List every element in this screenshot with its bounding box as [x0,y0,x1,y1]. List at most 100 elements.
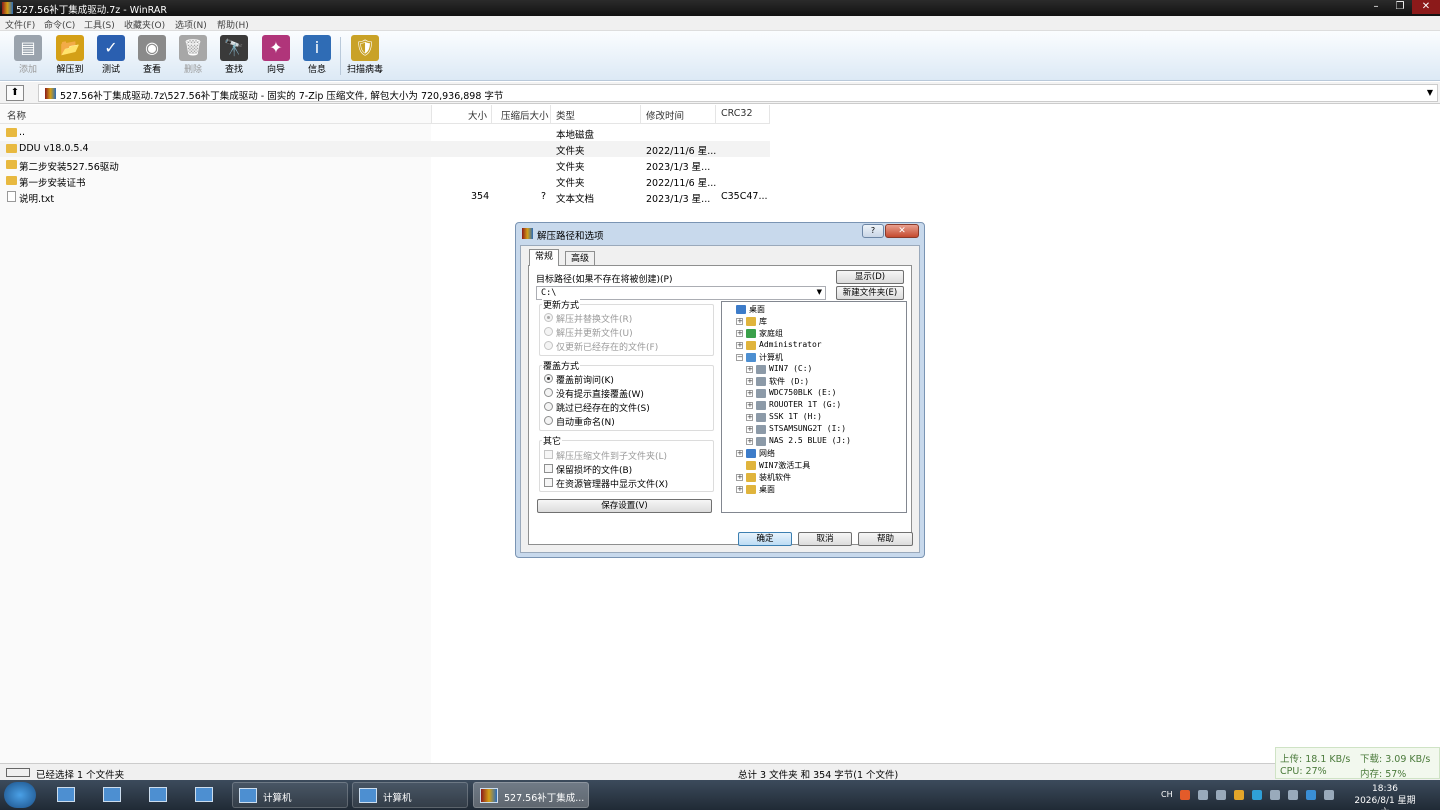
tray-keyboard-icon[interactable] [1216,790,1226,800]
expand-toggle-icon[interactable]: + [746,378,753,385]
sogou-icon[interactable] [1180,790,1190,800]
wizard-button[interactable]: ✦ 向导 [256,33,296,79]
library-icon [746,317,756,326]
path-field[interactable]: 527.56补丁集成驱动.7z\527.56补丁集成驱动 - 固实的 7-Zip… [38,84,1438,102]
tray-settings-icon[interactable] [1198,790,1208,800]
test-icon: ✓ [97,35,125,61]
menu-favorites[interactable]: 收藏夹(O) [124,18,165,31]
radio-ask-before-overwrite[interactable] [544,374,553,383]
radio-update-existing[interactable] [544,341,553,350]
dialog-help-button[interactable]: ? [862,224,884,238]
expand-toggle-icon[interactable]: + [746,366,753,373]
radio-extract-update[interactable] [544,327,553,336]
extract-to-icon: 📂 [56,35,84,61]
tray-app-icon[interactable] [1252,790,1262,800]
language-indicator[interactable]: CH [1161,790,1173,799]
menu-options[interactable]: 选项(N) [175,18,207,31]
radio-auto-rename[interactable] [544,416,553,425]
radio-overwrite-without-prompt[interactable] [544,388,553,397]
menu-file[interactable]: 文件(F) [5,18,35,31]
view-button[interactable]: ◉ 查看 [132,33,172,79]
close-button[interactable]: ✕ [1412,0,1440,14]
action-center-icon[interactable] [1324,790,1334,800]
up-folder-button[interactable]: ⬆ [6,85,24,101]
expand-toggle-icon[interactable]: − [736,354,743,361]
checkbox-show-in-explorer[interactable] [544,478,553,487]
add-button[interactable]: ▤ 添加 [8,33,48,79]
expand-toggle-icon[interactable]: + [746,390,753,397]
virus-scan-button[interactable]: 🛡 扫描病毒 [345,33,385,79]
tab-advanced[interactable]: 高级 [565,251,596,266]
cancel-button[interactable]: 取消 [798,532,852,546]
expand-toggle-icon[interactable]: + [736,330,743,337]
tab-general[interactable]: 常规 [529,249,560,266]
folder-icon [6,128,17,137]
column-crc32[interactable]: CRC32 [721,108,752,119]
column-size[interactable]: 大小 [468,108,487,122]
pinned-desktop-icon[interactable] [48,783,84,807]
task-computer-2[interactable]: 计算机 [352,782,468,808]
menu-commands[interactable]: 命令(C) [44,18,75,31]
chevron-down-icon[interactable]: ▼ [1427,88,1433,97]
radio-skip-existing[interactable] [544,402,553,411]
extract-dialog: 解压路径和选项 ? ✕ 常规 高级 目标路径(如果不存在将被创建)(P) C:\… [515,222,925,558]
expand-toggle-icon[interactable]: + [736,342,743,349]
save-settings-button[interactable]: 保存设置(V) [537,499,712,513]
minimize-button[interactable]: – [1364,0,1388,14]
security-icon[interactable] [1234,790,1244,800]
checkbox-extract-to-subfolders[interactable] [544,450,553,459]
ok-button[interactable]: 确定 [738,532,792,546]
dialog-close-button[interactable]: ✕ [885,224,919,238]
table-row[interactable]: DDU v18.0.5.4 文件夹 2022/11/6 星... [0,141,770,157]
table-row[interactable]: .. 本地磁盘 [0,125,770,141]
expand-toggle-icon[interactable]: + [736,450,743,457]
menu-bar: 文件(F) 命令(C) 工具(S) 收藏夹(O) 选项(N) 帮助(H) [0,16,1440,31]
network-tray-icon[interactable] [1306,790,1316,800]
test-button[interactable]: ✓ 测试 [91,33,131,79]
column-type[interactable]: 类型 [556,108,575,122]
expand-toggle-icon[interactable]: + [746,426,753,433]
network-monitor[interactable]: 上传: 18.1 KB/s 下载: 3.09 KB/s CPU: 27% 内存:… [1275,747,1440,780]
tree-node-label: 库 [759,317,767,326]
pinned-explorer-icon[interactable] [94,783,130,807]
table-row[interactable]: 第二步安装527.56驱动 文件夹 2023/1/3 星... [0,157,770,173]
folder-icon [746,485,756,494]
pinned-computer-icon[interactable] [140,783,176,807]
pinned-network-icon[interactable] [186,783,222,807]
chevron-down-icon[interactable]: ▼ [817,288,822,296]
expand-toggle-icon[interactable]: + [736,318,743,325]
info-button[interactable]: i 信息 [297,33,337,79]
radio-extract-replace[interactable] [544,313,553,322]
expand-toggle-icon[interactable]: + [736,474,743,481]
maximize-button[interactable]: ❐ [1388,0,1412,14]
expand-toggle-icon[interactable]: + [736,486,743,493]
column-divider [640,105,641,123]
expand-toggle-icon[interactable]: + [746,414,753,421]
task-computer-1[interactable]: 计算机 [232,782,348,808]
start-button[interactable] [4,782,36,808]
table-row[interactable]: 第一步安装证书 文件夹 2022/11/6 星... [0,173,770,189]
table-row[interactable]: 说明.txt 354 ? 文本文档 2023/1/3 星... C35C47..… [0,189,770,205]
header-divider [0,123,770,124]
find-button[interactable]: 🔭 查找 [214,33,254,79]
column-packed[interactable]: 压缩后大小 [501,108,549,122]
show-button[interactable]: 显示(D) [836,270,904,284]
new-folder-button[interactable]: 新建文件夹(E) [836,286,904,300]
checkbox-keep-broken-files[interactable] [544,464,553,473]
tray-arrow-icon[interactable] [1270,790,1280,800]
extract-to-button[interactable]: 📂 解压到 [50,33,90,79]
tree-node-label: WIN7 (C:) [769,364,813,373]
menu-help[interactable]: 帮助(H) [217,18,249,31]
expand-toggle-icon[interactable]: + [746,438,753,445]
system-tray: CH 18:36 2026/8/1 星期六 [1158,780,1440,810]
delete-button[interactable]: 🗑 删除 [173,33,213,79]
folder-tree[interactable]: 桌面 + 库 + 家庭组 + Administrator − 计算机 + WIN7 (C:) + 软件 … [721,301,907,513]
volume-icon[interactable] [1288,790,1298,800]
help-button[interactable]: 帮助 [858,532,913,546]
clock[interactable]: 18:36 2026/8/1 星期六 [1350,783,1420,810]
menu-tools[interactable]: 工具(S) [84,18,115,31]
column-name[interactable]: 名称 [7,108,26,122]
column-modified[interactable]: 修改时间 [646,108,684,122]
expand-toggle-icon[interactable]: + [746,402,753,409]
task-winrar[interactable]: 527.56补丁集成... [473,782,589,808]
